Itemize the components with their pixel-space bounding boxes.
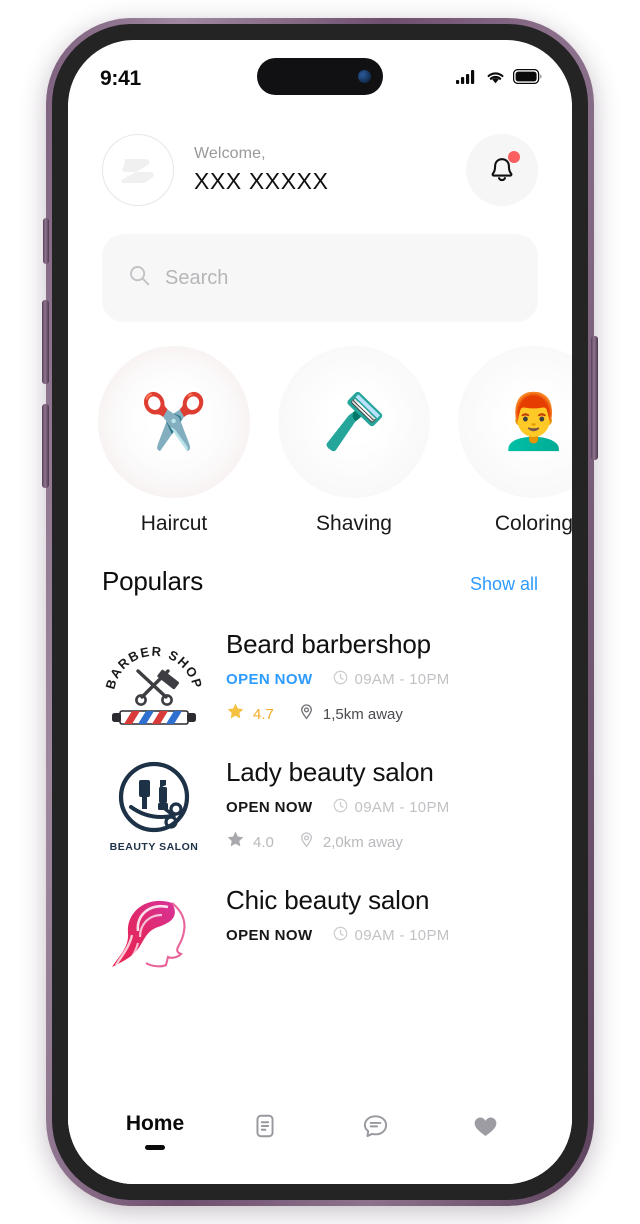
avatar-placeholder-icon (121, 159, 154, 183)
document-icon (251, 1112, 279, 1145)
status-time: 9:41 (100, 67, 141, 90)
clock-icon (333, 670, 348, 689)
razor-icon: 🪒 (278, 346, 430, 498)
chic-salon-logo (102, 881, 206, 985)
dynamic-island (257, 58, 383, 95)
category-label: Coloring (494, 512, 572, 535)
category-haircut[interactable]: ✂️ Haircut (98, 346, 250, 536)
listing-hours: 09AM - 10PM (333, 926, 450, 945)
welcome-label: Welcome, (194, 145, 266, 162)
location-pin-icon (298, 703, 315, 725)
distance: 1,5km away (298, 703, 403, 725)
star-icon (226, 702, 245, 726)
listing-name: Beard barbershop (226, 629, 431, 659)
status-icons (456, 68, 542, 90)
heart-icon (471, 1112, 500, 1146)
cellular-signal-icon (456, 69, 478, 90)
distance-value: 1,5km away (322, 705, 403, 723)
listing-meta: OPEN NOW 09AM - 10PM (226, 798, 538, 817)
volume-down-button[interactable] (42, 404, 49, 488)
notification-badge (508, 151, 520, 163)
nav-item-home[interactable]: Home (110, 1112, 200, 1150)
listing-name: Chic beauty salon (226, 885, 430, 915)
list-item[interactable]: Chic beauty salon OPEN NOW 09AM - 10PM (102, 867, 538, 995)
page-title: Populars (102, 566, 204, 596)
nav-item-favorites[interactable] (440, 1112, 530, 1146)
rating: 4.7 (226, 702, 274, 726)
nav-item-orders[interactable] (220, 1112, 310, 1145)
location-pin-icon (298, 831, 315, 853)
power-button[interactable] (591, 336, 598, 460)
status-bar: 9:41 (68, 40, 572, 102)
barber-shop-logo: BARBER SHOP (102, 625, 206, 729)
category-label: Shaving (316, 512, 392, 535)
category-coloring[interactable]: 👨‍🦰 Coloring (458, 346, 572, 536)
bottom-nav: Home (68, 1098, 572, 1184)
distance-value: 2,0km away (322, 833, 403, 851)
nav-label: Home (125, 1112, 185, 1135)
active-indicator (145, 1145, 165, 1150)
listing-body: Chic beauty salon OPEN NOW 09AM - 10PM (226, 881, 538, 945)
star-icon (226, 830, 245, 854)
hours-text: 09AM - 10PM (354, 927, 450, 944)
screenshot-stage: 9:41 Welcome, XXX XXXXX Search ✂️ Haircu… (0, 0, 640, 1224)
list-item[interactable]: BEAUTY SALON Lady beauty salon OPEN NOW (102, 739, 538, 867)
listing-body: Lady beauty salon OPEN NOW 09AM - 10PM 4… (226, 753, 538, 854)
category-label: Haircut (140, 512, 208, 535)
rating: 4.0 (226, 830, 274, 854)
show-all-link[interactable]: Show all (470, 574, 538, 595)
distance: 2,0km away (298, 831, 403, 853)
status-badge: OPEN NOW (226, 927, 313, 944)
hours-text: 09AM - 10PM (354, 799, 450, 816)
list-item[interactable]: BARBER SHOP Beard barbershop OPEN NOW 09… (102, 611, 538, 739)
app-content: Welcome, XXX XXXXX Search ✂️ Haircut 🪒 S… (68, 102, 572, 1184)
category-row: ✂️ Haircut 🪒 Shaving 👨‍🦰 Coloring (68, 346, 572, 536)
phone-bezel: 9:41 Welcome, XXX XXXXX Search ✂️ Haircu… (52, 24, 588, 1200)
mute-switch-button[interactable] (43, 218, 49, 264)
populars-list: BARBER SHOP Beard barbershop OPEN NOW 09… (68, 597, 572, 995)
populars-header: Populars Show all (68, 536, 572, 597)
listing-body: Beard barbershop OPEN NOW 09AM - 10PM 4.… (226, 625, 538, 726)
scissors-icon: ✂️ (98, 346, 250, 498)
svg-text:BEAUTY SALON: BEAUTY SALON (110, 841, 199, 853)
listing-stats: 4.7 1,5km away (226, 702, 538, 726)
listing-meta: OPEN NOW 09AM - 10PM (226, 926, 538, 945)
welcome-block: Welcome, XXX XXXXX (188, 145, 452, 195)
person-red-hair-icon: 👨‍🦰 (458, 346, 572, 498)
rating-value: 4.7 (253, 705, 274, 723)
beauty-salon-logo: BEAUTY SALON (102, 753, 206, 857)
search-input[interactable]: Search (165, 267, 228, 290)
notification-button[interactable] (466, 134, 538, 206)
phone-frame: 9:41 Welcome, XXX XXXXX Search ✂️ Haircu… (42, 18, 598, 1206)
category-shaving[interactable]: 🪒 Shaving (278, 346, 430, 536)
search-icon (128, 264, 151, 292)
listing-meta: OPEN NOW 09AM - 10PM (226, 670, 538, 689)
phone-screen: 9:41 Welcome, XXX XXXXX Search ✂️ Haircu… (68, 40, 572, 1184)
volume-up-button[interactable] (42, 300, 49, 384)
listing-name: Lady beauty salon (226, 757, 434, 787)
front-camera-icon (358, 70, 371, 83)
status-badge: OPEN NOW (226, 799, 313, 816)
chat-bubble-icon (361, 1112, 390, 1146)
rating-value: 4.0 (253, 833, 274, 851)
clock-icon (333, 798, 348, 817)
listing-hours: 09AM - 10PM (333, 798, 450, 817)
battery-icon (512, 68, 542, 89)
hours-text: 09AM - 10PM (354, 671, 450, 688)
user-name: XXX XXXXX (194, 168, 329, 194)
app-header: Welcome, XXX XXXXX (68, 102, 572, 206)
nav-item-messages[interactable] (330, 1112, 420, 1146)
status-badge: OPEN NOW (226, 671, 313, 688)
clock-icon (333, 926, 348, 945)
listing-stats: 4.0 2,0km away (226, 830, 538, 854)
search-bar[interactable]: Search (102, 234, 538, 322)
wifi-icon (485, 69, 506, 90)
avatar[interactable] (102, 134, 174, 206)
listing-hours: 09AM - 10PM (333, 670, 450, 689)
